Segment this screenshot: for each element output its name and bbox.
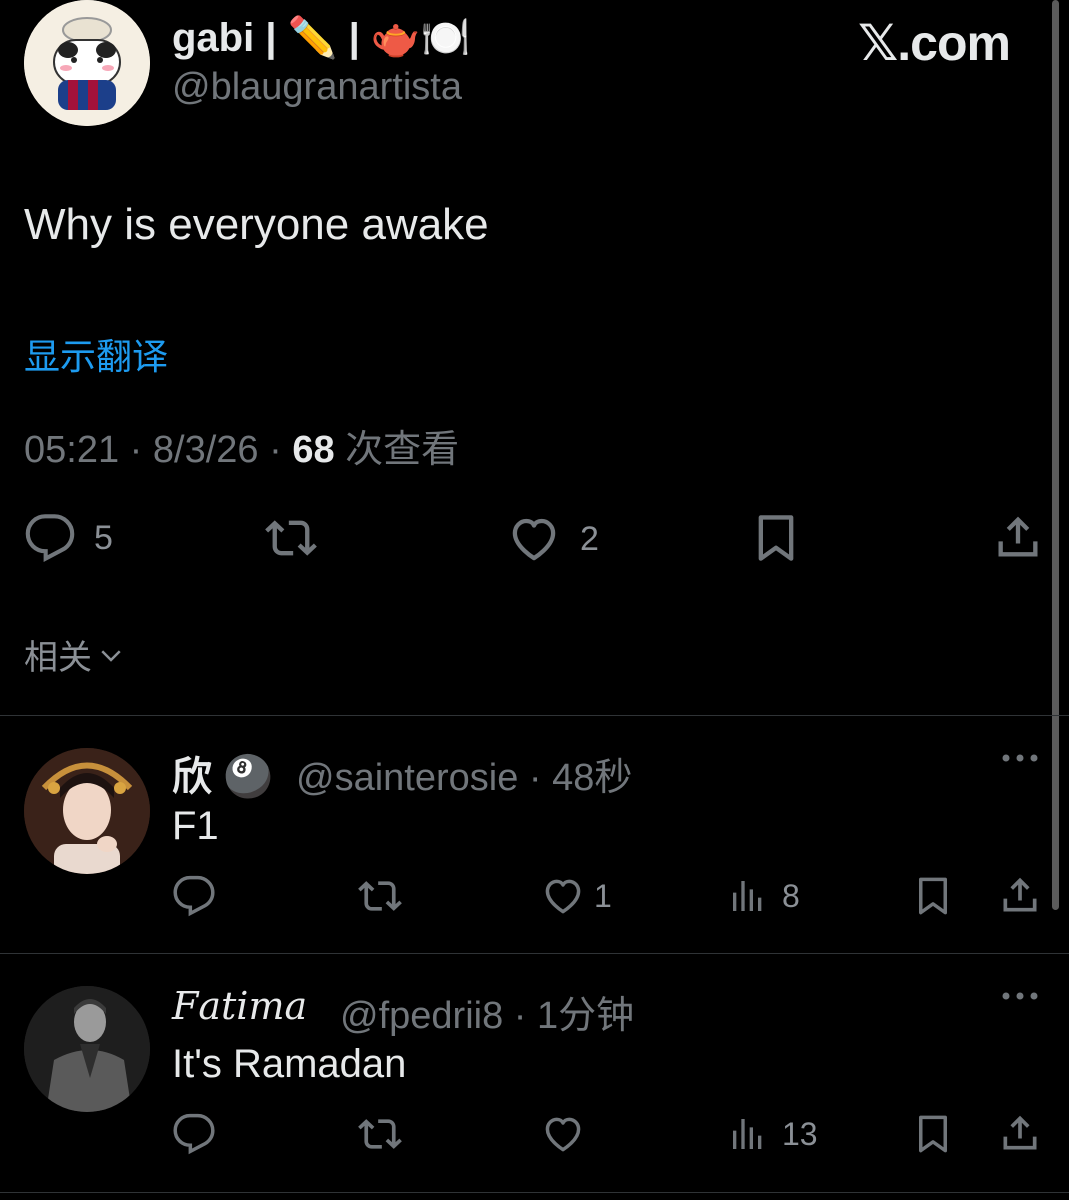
like-button[interactable]: 2 <box>506 512 599 566</box>
reply-views-button[interactable]: 13 <box>728 1112 818 1156</box>
tweet-meta: 05:21 · 8/3/26 · 68 次查看 <box>24 418 459 473</box>
views-icon <box>728 1112 768 1156</box>
reply-share-button[interactable] <box>998 872 1042 918</box>
tweet-time[interactable]: 05:21 <box>24 429 119 471</box>
reply-share-button[interactable] <box>998 1110 1042 1156</box>
more-icon <box>1002 992 1038 1000</box>
reply-text: F1 <box>172 804 219 848</box>
bookmark-icon <box>750 512 802 564</box>
reply-author-name[interactable]: 𝐹𝑎𝑡𝑖𝑚𝑎 <box>172 984 307 1028</box>
like-icon <box>540 874 586 918</box>
bookmark-icon <box>912 1112 954 1156</box>
share-icon <box>998 1110 1042 1156</box>
reply-button[interactable]: 5 <box>24 512 113 564</box>
reply-handle: @sainterosie <box>296 757 519 799</box>
retweet-icon <box>356 1112 404 1156</box>
reply-views-button[interactable]: 8 <box>728 874 800 918</box>
share-icon <box>998 872 1042 918</box>
tweet-date[interactable]: 8/3/26 <box>153 429 259 471</box>
author-avatar[interactable] <box>24 0 150 126</box>
meta-separator: · <box>269 429 293 471</box>
like-icon <box>506 512 562 566</box>
views-count: 68 <box>292 429 335 471</box>
bookmark-icon <box>912 874 954 918</box>
reply-time: 1分钟 <box>537 995 635 1037</box>
bookmark-button[interactable] <box>750 512 802 564</box>
share-button[interactable] <box>992 510 1044 564</box>
reply-views-count: 13 <box>782 1115 818 1152</box>
reply-avatar[interactable] <box>24 748 150 874</box>
retweet-icon <box>262 512 320 564</box>
reply-icon <box>172 874 216 918</box>
reply-bookmark-button[interactable] <box>912 1112 954 1156</box>
reply-views-count: 8 <box>782 877 800 914</box>
more-icon <box>1002 754 1038 762</box>
divider <box>0 1192 1069 1193</box>
related-label: 相关 <box>24 639 92 677</box>
reply-retweet-button[interactable] <box>356 874 404 918</box>
translate-link[interactable]: 显示翻译 <box>24 328 168 380</box>
reply-icon <box>172 1112 216 1156</box>
related-dropdown[interactable]: 相关 <box>24 630 126 679</box>
retweet-icon <box>356 874 404 918</box>
views-label: 次查看 <box>345 429 460 471</box>
like-count: 2 <box>580 519 599 558</box>
reply-author-handle[interactable]: @fpedrii8 · 1分钟 <box>340 984 634 1039</box>
reply-time: 48秒 <box>552 757 633 799</box>
reply-like-count: 1 <box>594 877 612 914</box>
meta-separator: · <box>503 995 537 1037</box>
reply-text: It's Ramadan <box>172 1042 407 1086</box>
scrollbar[interactable] <box>1052 0 1059 910</box>
reply-bookmark-button[interactable] <box>912 874 954 918</box>
author-handle[interactable]: @blaugranartista <box>172 66 462 109</box>
divider <box>0 953 1069 954</box>
reply-retweet-button[interactable] <box>356 1112 404 1156</box>
more-button[interactable] <box>1000 748 1040 768</box>
reply-reply-button[interactable] <box>172 1112 216 1156</box>
more-button[interactable] <box>1000 986 1040 1006</box>
reply-handle: @fpedrii8 <box>340 995 504 1037</box>
share-icon <box>992 510 1044 564</box>
meta-separator: · <box>129 429 153 471</box>
like-icon <box>540 1112 586 1156</box>
reply-reply-button[interactable] <box>172 874 216 918</box>
author-name[interactable]: gabi | ✏️ | 🫖🍽️ <box>172 14 470 61</box>
tweet-text: Why is everyone awake <box>24 200 489 249</box>
meta-separator: · <box>518 757 553 799</box>
reply-avatar[interactable] <box>24 986 150 1112</box>
reply-like-button[interactable]: 1 <box>540 874 612 918</box>
divider <box>0 715 1069 716</box>
reply-count: 5 <box>94 518 113 557</box>
chevron-down-icon <box>101 649 121 662</box>
reply-author-handle[interactable]: @sainterosie · 48秒 <box>296 746 632 801</box>
reply-like-button[interactable] <box>540 1112 586 1156</box>
reply-author-name[interactable]: 欣 🎱 <box>172 744 273 802</box>
site-logo: 𝕏.com <box>858 15 1011 71</box>
views-icon <box>728 874 768 918</box>
reply-icon <box>24 512 76 564</box>
retweet-button[interactable] <box>262 512 320 564</box>
